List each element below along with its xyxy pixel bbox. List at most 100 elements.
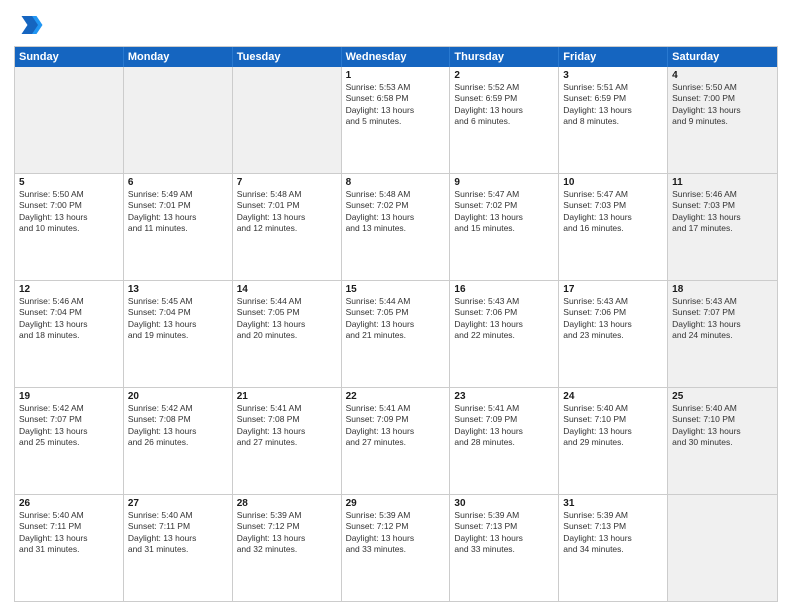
day-info: Sunrise: 5:39 AM Sunset: 7:13 PM Dayligh… xyxy=(454,510,554,556)
day-number: 10 xyxy=(563,177,663,188)
calendar-cell-1-1: 6Sunrise: 5:49 AM Sunset: 7:01 PM Daylig… xyxy=(124,174,233,280)
header xyxy=(14,10,778,40)
logo xyxy=(14,10,46,40)
day-number: 16 xyxy=(454,284,554,295)
calendar-cell-4-0: 26Sunrise: 5:40 AM Sunset: 7:11 PM Dayli… xyxy=(15,495,124,601)
day-number: 25 xyxy=(672,391,773,402)
day-number: 8 xyxy=(346,177,446,188)
calendar-body: 1Sunrise: 5:53 AM Sunset: 6:58 PM Daylig… xyxy=(15,67,777,601)
calendar-cell-4-6 xyxy=(668,495,777,601)
day-number: 29 xyxy=(346,498,446,509)
calendar: SundayMondayTuesdayWednesdayThursdayFrid… xyxy=(14,46,778,602)
calendar-cell-3-4: 23Sunrise: 5:41 AM Sunset: 7:09 PM Dayli… xyxy=(450,388,559,494)
day-info: Sunrise: 5:43 AM Sunset: 7:07 PM Dayligh… xyxy=(672,296,773,342)
calendar-row-3: 19Sunrise: 5:42 AM Sunset: 7:07 PM Dayli… xyxy=(15,388,777,495)
day-info: Sunrise: 5:46 AM Sunset: 7:04 PM Dayligh… xyxy=(19,296,119,342)
day-info: Sunrise: 5:40 AM Sunset: 7:11 PM Dayligh… xyxy=(19,510,119,556)
day-number: 26 xyxy=(19,498,119,509)
page: SundayMondayTuesdayWednesdayThursdayFrid… xyxy=(0,0,792,612)
calendar-cell-4-5: 31Sunrise: 5:39 AM Sunset: 7:13 PM Dayli… xyxy=(559,495,668,601)
day-info: Sunrise: 5:43 AM Sunset: 7:06 PM Dayligh… xyxy=(454,296,554,342)
day-number: 31 xyxy=(563,498,663,509)
calendar-cell-4-4: 30Sunrise: 5:39 AM Sunset: 7:13 PM Dayli… xyxy=(450,495,559,601)
day-number: 24 xyxy=(563,391,663,402)
calendar-cell-0-6: 4Sunrise: 5:50 AM Sunset: 7:00 PM Daylig… xyxy=(668,67,777,173)
calendar-row-0: 1Sunrise: 5:53 AM Sunset: 6:58 PM Daylig… xyxy=(15,67,777,174)
day-number: 9 xyxy=(454,177,554,188)
day-info: Sunrise: 5:42 AM Sunset: 7:07 PM Dayligh… xyxy=(19,403,119,449)
calendar-cell-1-2: 7Sunrise: 5:48 AM Sunset: 7:01 PM Daylig… xyxy=(233,174,342,280)
calendar-cell-0-3: 1Sunrise: 5:53 AM Sunset: 6:58 PM Daylig… xyxy=(342,67,451,173)
day-info: Sunrise: 5:48 AM Sunset: 7:02 PM Dayligh… xyxy=(346,189,446,235)
day-info: Sunrise: 5:42 AM Sunset: 7:08 PM Dayligh… xyxy=(128,403,228,449)
calendar-cell-1-3: 8Sunrise: 5:48 AM Sunset: 7:02 PM Daylig… xyxy=(342,174,451,280)
day-info: Sunrise: 5:50 AM Sunset: 7:00 PM Dayligh… xyxy=(19,189,119,235)
day-info: Sunrise: 5:47 AM Sunset: 7:03 PM Dayligh… xyxy=(563,189,663,235)
calendar-cell-1-0: 5Sunrise: 5:50 AM Sunset: 7:00 PM Daylig… xyxy=(15,174,124,280)
day-number: 28 xyxy=(237,498,337,509)
day-info: Sunrise: 5:44 AM Sunset: 7:05 PM Dayligh… xyxy=(237,296,337,342)
day-number: 21 xyxy=(237,391,337,402)
calendar-cell-2-3: 15Sunrise: 5:44 AM Sunset: 7:05 PM Dayli… xyxy=(342,281,451,387)
day-info: Sunrise: 5:39 AM Sunset: 7:12 PM Dayligh… xyxy=(346,510,446,556)
calendar-cell-1-4: 9Sunrise: 5:47 AM Sunset: 7:02 PM Daylig… xyxy=(450,174,559,280)
day-number: 15 xyxy=(346,284,446,295)
day-info: Sunrise: 5:41 AM Sunset: 7:09 PM Dayligh… xyxy=(346,403,446,449)
day-number: 5 xyxy=(19,177,119,188)
day-number: 3 xyxy=(563,70,663,81)
calendar-cell-2-0: 12Sunrise: 5:46 AM Sunset: 7:04 PM Dayli… xyxy=(15,281,124,387)
header-day-friday: Friday xyxy=(559,47,668,67)
day-info: Sunrise: 5:46 AM Sunset: 7:03 PM Dayligh… xyxy=(672,189,773,235)
calendar-cell-2-6: 18Sunrise: 5:43 AM Sunset: 7:07 PM Dayli… xyxy=(668,281,777,387)
calendar-cell-4-3: 29Sunrise: 5:39 AM Sunset: 7:12 PM Dayli… xyxy=(342,495,451,601)
day-info: Sunrise: 5:53 AM Sunset: 6:58 PM Dayligh… xyxy=(346,82,446,128)
day-number: 6 xyxy=(128,177,228,188)
header-day-saturday: Saturday xyxy=(668,47,777,67)
calendar-cell-2-2: 14Sunrise: 5:44 AM Sunset: 7:05 PM Dayli… xyxy=(233,281,342,387)
day-number: 19 xyxy=(19,391,119,402)
day-number: 1 xyxy=(346,70,446,81)
day-info: Sunrise: 5:43 AM Sunset: 7:06 PM Dayligh… xyxy=(563,296,663,342)
calendar-cell-3-0: 19Sunrise: 5:42 AM Sunset: 7:07 PM Dayli… xyxy=(15,388,124,494)
day-number: 27 xyxy=(128,498,228,509)
calendar-cell-0-0 xyxy=(15,67,124,173)
calendar-cell-0-5: 3Sunrise: 5:51 AM Sunset: 6:59 PM Daylig… xyxy=(559,67,668,173)
calendar-cell-3-5: 24Sunrise: 5:40 AM Sunset: 7:10 PM Dayli… xyxy=(559,388,668,494)
day-info: Sunrise: 5:49 AM Sunset: 7:01 PM Dayligh… xyxy=(128,189,228,235)
day-number: 11 xyxy=(672,177,773,188)
calendar-cell-0-2 xyxy=(233,67,342,173)
logo-icon xyxy=(14,10,44,40)
header-day-sunday: Sunday xyxy=(15,47,124,67)
header-day-monday: Monday xyxy=(124,47,233,67)
calendar-cell-1-5: 10Sunrise: 5:47 AM Sunset: 7:03 PM Dayli… xyxy=(559,174,668,280)
day-number: 22 xyxy=(346,391,446,402)
calendar-cell-2-5: 17Sunrise: 5:43 AM Sunset: 7:06 PM Dayli… xyxy=(559,281,668,387)
day-info: Sunrise: 5:47 AM Sunset: 7:02 PM Dayligh… xyxy=(454,189,554,235)
calendar-cell-4-1: 27Sunrise: 5:40 AM Sunset: 7:11 PM Dayli… xyxy=(124,495,233,601)
calendar-cell-1-6: 11Sunrise: 5:46 AM Sunset: 7:03 PM Dayli… xyxy=(668,174,777,280)
day-number: 13 xyxy=(128,284,228,295)
day-info: Sunrise: 5:40 AM Sunset: 7:11 PM Dayligh… xyxy=(128,510,228,556)
day-number: 18 xyxy=(672,284,773,295)
day-info: Sunrise: 5:44 AM Sunset: 7:05 PM Dayligh… xyxy=(346,296,446,342)
day-number: 14 xyxy=(237,284,337,295)
calendar-row-1: 5Sunrise: 5:50 AM Sunset: 7:00 PM Daylig… xyxy=(15,174,777,281)
day-info: Sunrise: 5:51 AM Sunset: 6:59 PM Dayligh… xyxy=(563,82,663,128)
day-info: Sunrise: 5:40 AM Sunset: 7:10 PM Dayligh… xyxy=(672,403,773,449)
day-info: Sunrise: 5:40 AM Sunset: 7:10 PM Dayligh… xyxy=(563,403,663,449)
day-number: 2 xyxy=(454,70,554,81)
calendar-cell-4-2: 28Sunrise: 5:39 AM Sunset: 7:12 PM Dayli… xyxy=(233,495,342,601)
day-number: 7 xyxy=(237,177,337,188)
day-number: 23 xyxy=(454,391,554,402)
calendar-cell-3-3: 22Sunrise: 5:41 AM Sunset: 7:09 PM Dayli… xyxy=(342,388,451,494)
calendar-cell-0-4: 2Sunrise: 5:52 AM Sunset: 6:59 PM Daylig… xyxy=(450,67,559,173)
calendar-cell-2-4: 16Sunrise: 5:43 AM Sunset: 7:06 PM Dayli… xyxy=(450,281,559,387)
calendar-cell-3-6: 25Sunrise: 5:40 AM Sunset: 7:10 PM Dayli… xyxy=(668,388,777,494)
day-number: 20 xyxy=(128,391,228,402)
day-info: Sunrise: 5:50 AM Sunset: 7:00 PM Dayligh… xyxy=(672,82,773,128)
day-info: Sunrise: 5:48 AM Sunset: 7:01 PM Dayligh… xyxy=(237,189,337,235)
day-number: 12 xyxy=(19,284,119,295)
day-info: Sunrise: 5:41 AM Sunset: 7:08 PM Dayligh… xyxy=(237,403,337,449)
calendar-cell-3-2: 21Sunrise: 5:41 AM Sunset: 7:08 PM Dayli… xyxy=(233,388,342,494)
calendar-cell-3-1: 20Sunrise: 5:42 AM Sunset: 7:08 PM Dayli… xyxy=(124,388,233,494)
